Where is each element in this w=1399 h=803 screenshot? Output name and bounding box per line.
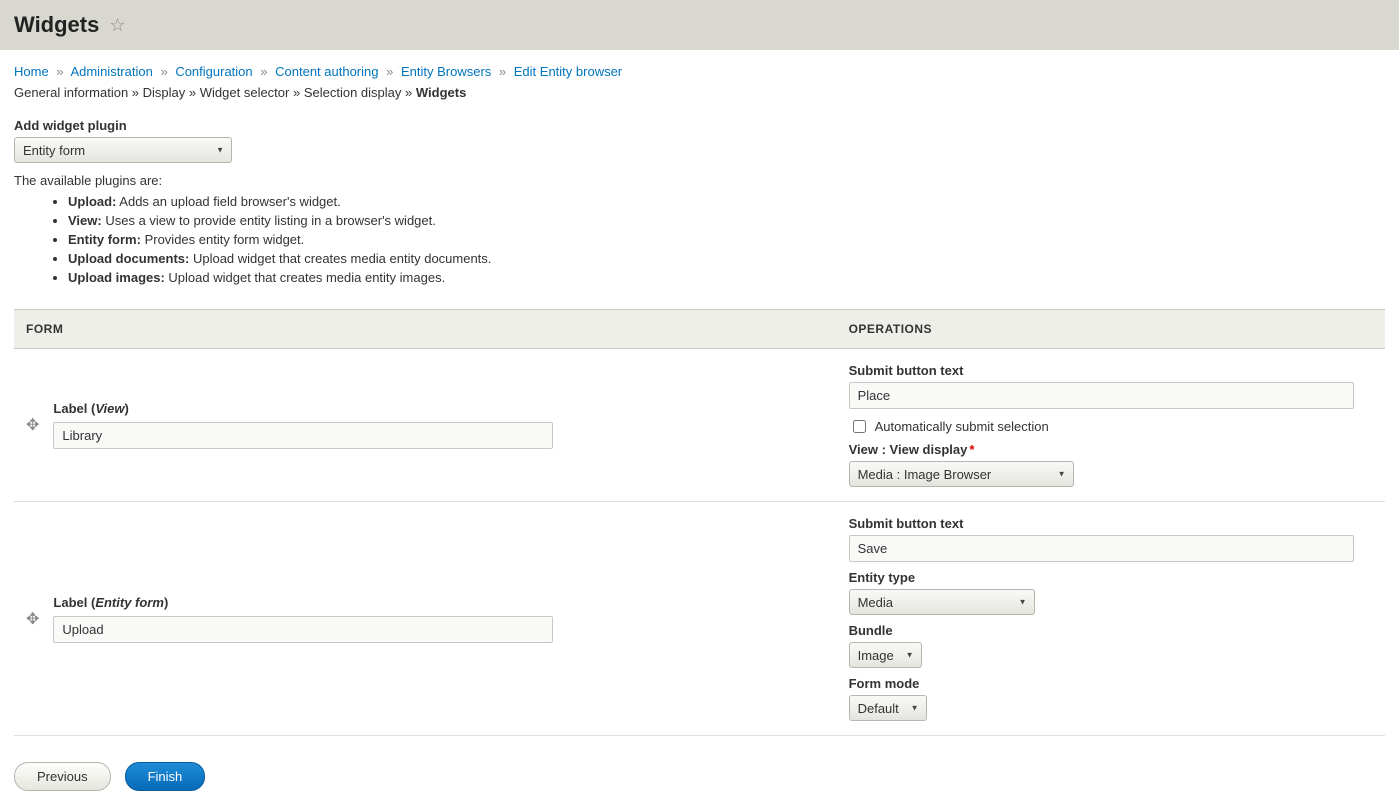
list-item: Entity form: Provides entity form widget… bbox=[68, 232, 1385, 247]
finish-button[interactable]: Finish bbox=[125, 762, 206, 791]
bundle-select[interactable]: Image bbox=[849, 642, 922, 668]
list-item: Upload documents: Upload widget that cre… bbox=[68, 251, 1385, 266]
breadcrumb-entity-browsers[interactable]: Entity Browsers bbox=[401, 64, 491, 79]
submit-text-input[interactable] bbox=[849, 382, 1354, 409]
view-display-select[interactable]: Media : Image Browser bbox=[849, 461, 1074, 487]
bundle-label: Bundle bbox=[849, 623, 1373, 638]
submit-text-input[interactable] bbox=[849, 535, 1354, 562]
plugins-help-intro: The available plugins are: bbox=[14, 173, 1385, 188]
form-mode-label: Form mode bbox=[849, 676, 1373, 691]
wizard-steps: General information » Display » Widget s… bbox=[14, 85, 1385, 100]
widget-label-input[interactable] bbox=[53, 422, 553, 449]
drag-handle-icon[interactable]: ✥ bbox=[26, 609, 39, 629]
breadcrumb-home[interactable]: Home bbox=[14, 64, 49, 79]
plugin-list: Upload: Adds an upload field browser's w… bbox=[14, 194, 1385, 285]
entity-type-label: Entity type bbox=[849, 570, 1373, 585]
table-row: ✥ Label (View) Submit button text bbox=[14, 349, 1385, 502]
widget-label-heading: Label (Entity form) bbox=[53, 595, 824, 610]
breadcrumb-administration[interactable]: Administration bbox=[70, 64, 152, 79]
entity-type-select[interactable]: Media bbox=[849, 589, 1035, 615]
view-display-label: View : View display* bbox=[849, 442, 1373, 457]
table-row: ✥ Label (Entity form) Submit button text bbox=[14, 502, 1385, 736]
col-form: FORM bbox=[14, 310, 837, 349]
auto-submit-checkbox[interactable] bbox=[853, 420, 866, 433]
breadcrumb-configuration[interactable]: Configuration bbox=[175, 64, 252, 79]
submit-text-label: Submit button text bbox=[849, 363, 1373, 378]
page-title: Widgets bbox=[14, 12, 99, 38]
breadcrumb: Home » Administration » Configuration » … bbox=[14, 64, 1385, 79]
form-mode-select[interactable]: Default bbox=[849, 695, 927, 721]
list-item: View: Uses a view to provide entity list… bbox=[68, 213, 1385, 228]
drag-handle-icon[interactable]: ✥ bbox=[26, 415, 39, 435]
widget-label-heading: Label (View) bbox=[53, 401, 824, 416]
list-item: Upload: Adds an upload field browser's w… bbox=[68, 194, 1385, 209]
auto-submit-label: Automatically submit selection bbox=[875, 419, 1049, 434]
add-plugin-select[interactable]: Entity form bbox=[14, 137, 232, 163]
add-plugin-label: Add widget plugin bbox=[14, 118, 1385, 133]
previous-button[interactable]: Previous bbox=[14, 762, 111, 791]
breadcrumb-edit[interactable]: Edit Entity browser bbox=[514, 64, 622, 79]
submit-text-label: Submit button text bbox=[849, 516, 1373, 531]
list-item: Upload images: Upload widget that create… bbox=[68, 270, 1385, 285]
breadcrumb-content-authoring[interactable]: Content authoring bbox=[275, 64, 378, 79]
col-operations: OPERATIONS bbox=[837, 310, 1385, 349]
favorite-star-icon[interactable]: ☆ bbox=[109, 15, 125, 36]
widget-label-input[interactable] bbox=[53, 616, 553, 643]
